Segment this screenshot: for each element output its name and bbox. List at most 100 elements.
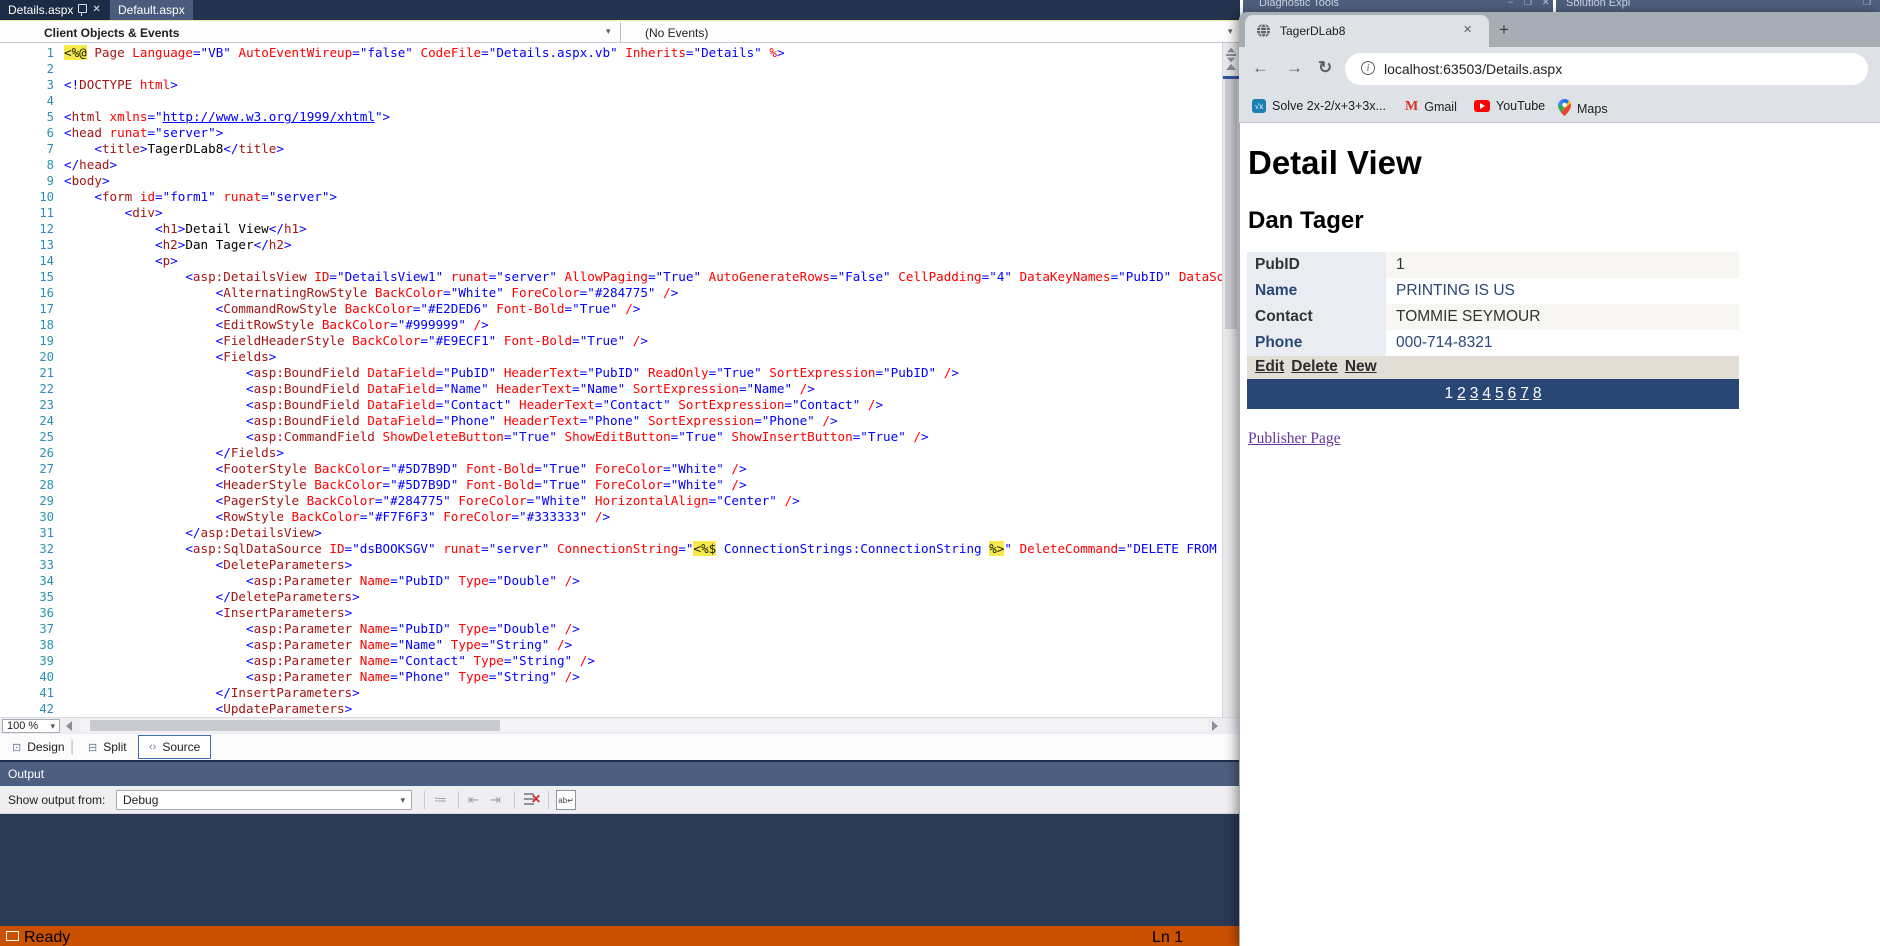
toggle-word-wrap-icon[interactable]: ab↵	[556, 790, 576, 810]
scroll-right-icon[interactable]	[1212, 721, 1218, 731]
minimize-icon[interactable]: −	[1508, 0, 1513, 7]
navbar-divider	[620, 22, 621, 42]
publisher-page-link[interactable]: Publisher Page	[1248, 430, 1341, 448]
pager-page-7[interactable]: 7	[1520, 385, 1529, 403]
line-number: 15	[18, 269, 54, 285]
bookmark-youtube[interactable]: YouTube	[1474, 99, 1545, 113]
vertical-scroll-thumb[interactable]	[1225, 79, 1237, 329]
code-editor[interactable]: <%@ Page Language="VB" AutoEventWireup="…	[0, 43, 1222, 717]
reload-icon[interactable]: ↻	[1318, 58, 1332, 78]
code-line: </Fields>	[64, 445, 1222, 461]
tab-split[interactable]: ⊟ Split	[78, 735, 137, 759]
line-number: 13	[18, 237, 54, 253]
table-row: ContactTOMMIE SEYMOUR	[1247, 304, 1739, 330]
field-value-cell: 1	[1386, 252, 1739, 278]
bookmark-gmail[interactable]: M Gmail	[1405, 99, 1457, 115]
chevron-down-icon[interactable]: ▾	[1228, 26, 1233, 37]
clear-all-output-icon[interactable]: ✕	[524, 791, 540, 807]
pager-page-3[interactable]: 3	[1470, 385, 1479, 403]
doc-tab-details-aspx[interactable]: Details.aspx ✕	[0, 0, 109, 20]
command-row: Edit Delete New	[1247, 356, 1739, 379]
math-solver-icon: √x	[1252, 99, 1266, 113]
delete-link[interactable]: Delete	[1291, 358, 1338, 375]
bookmark-maps[interactable]: Maps	[1558, 99, 1608, 119]
find-message-icon[interactable]: ≔	[434, 792, 447, 808]
output-panel-title: Output	[0, 762, 1240, 786]
code-line	[64, 61, 1222, 77]
source-icon: ‹›	[149, 741, 156, 753]
edit-link[interactable]: Edit	[1255, 358, 1284, 375]
line-number: 29	[18, 493, 54, 509]
chevron-down-icon[interactable]: ▾	[606, 26, 611, 37]
close-icon[interactable]: ✕	[1542, 0, 1550, 8]
back-icon[interactable]: ←	[1252, 58, 1269, 78]
code-line: <asp:BoundField DataField="Phone" Header…	[64, 413, 1222, 429]
code-line: <HeaderStyle BackColor="#5D7B9D" Font-Bo…	[64, 477, 1222, 493]
field-value-cell: TOMMIE SEYMOUR	[1386, 304, 1739, 330]
output-source-dropdown[interactable]: Debug ▾	[116, 790, 412, 810]
pager-page-8[interactable]: 8	[1533, 385, 1542, 403]
client-objects-dropdown[interactable]: Client Objects & Events	[44, 24, 179, 42]
pager-page-2[interactable]: 2	[1457, 385, 1466, 403]
line-number: 7	[18, 141, 54, 157]
code-line: <asp:Parameter Name="Contact" Type="Stri…	[64, 653, 1222, 669]
horizontal-scroll-thumb[interactable]	[90, 720, 500, 731]
pager-page-6[interactable]: 6	[1508, 385, 1517, 403]
code-line: </asp:DetailsView>	[64, 525, 1222, 541]
output-content-area[interactable]	[0, 814, 1240, 926]
bookmark-solve[interactable]: √x Solve 2x-2/x+3+3x...	[1252, 99, 1386, 113]
previous-message-icon[interactable]: ⇤	[468, 792, 479, 808]
page-info-icon[interactable]: i	[1361, 61, 1375, 75]
code-line: <html xmlns="http://www.w3.org/1999/xhtm…	[64, 109, 1222, 125]
code-line: <DeleteParameters>	[64, 557, 1222, 573]
line-number: 30	[18, 509, 54, 525]
screenshot-root: Details.aspx ✕ Default.aspx Client Objec…	[0, 0, 1880, 946]
web-page-content	[1240, 123, 1880, 946]
line-number: 16	[18, 285, 54, 301]
close-icon[interactable]: ✕	[1463, 23, 1472, 36]
split-icon: ⊟	[88, 741, 97, 754]
restore-icon[interactable]: ❐	[1524, 0, 1532, 8]
doc-tab-default-aspx[interactable]: Default.aspx	[110, 0, 193, 20]
code-line: <FooterStyle BackColor="#5D7B9D" Font-Bo…	[64, 461, 1222, 477]
code-line: <asp:Parameter Name="PubID" Type="Double…	[64, 621, 1222, 637]
pager-page-5[interactable]: 5	[1495, 385, 1504, 403]
code-line: <asp:BoundField DataField="Name" HeaderT…	[64, 381, 1222, 397]
field-header-cell: Name	[1247, 278, 1386, 304]
line-number: 27	[18, 461, 54, 477]
code-line: <RowStyle BackColor="#F7F6F3" ForeColor=…	[64, 509, 1222, 525]
code-line: <asp:BoundField DataField="Contact" Head…	[64, 397, 1222, 413]
next-message-icon[interactable]: ⇥	[490, 792, 501, 808]
line-number: 8	[18, 157, 54, 173]
new-tab-icon[interactable]: +	[1499, 20, 1509, 40]
code-line: <head runat="server">	[64, 125, 1222, 141]
field-header-cell: PubID	[1247, 252, 1386, 278]
new-link[interactable]: New	[1345, 358, 1377, 375]
forward-icon[interactable]: →	[1286, 58, 1303, 78]
pin-icon[interactable]	[78, 4, 87, 13]
tab-source[interactable]: ‹› Source	[138, 735, 211, 759]
visual-studio-window: Details.aspx ✕ Default.aspx Client Objec…	[0, 0, 1240, 946]
line-number: 31	[18, 525, 54, 541]
pager-page-4[interactable]: 4	[1482, 385, 1491, 403]
scroll-left-icon[interactable]	[66, 721, 72, 731]
line-number: 6	[18, 125, 54, 141]
details-view-rows: PubID1NamePRINTING IS USContactTOMMIE SE…	[1247, 252, 1739, 356]
youtube-icon	[1474, 100, 1490, 112]
code-line: <form id="form1" runat="server">	[64, 189, 1222, 205]
restore-icon[interactable]: ❐	[1863, 0, 1871, 8]
doc-tab-label: Details.aspx	[8, 3, 73, 17]
code-line: </InsertParameters>	[64, 685, 1222, 701]
code-line: <title>TagerDLab8</title>	[64, 141, 1222, 157]
code-line: <Fields>	[64, 349, 1222, 365]
code-line: <!DOCTYPE html>	[64, 77, 1222, 93]
table-row: NamePRINTING IS US	[1247, 278, 1739, 304]
events-dropdown[interactable]: (No Events)	[645, 24, 708, 42]
close-icon[interactable]: ✕	[92, 5, 100, 15]
zoom-level-dropdown[interactable]: 100 % ▾	[2, 719, 60, 733]
line-number: 24	[18, 413, 54, 429]
browser-tab-title: TagerDLab8	[1280, 24, 1345, 38]
tab-design[interactable]: ⊡ Design	[2, 735, 75, 759]
splitter-handle-icon[interactable]	[1226, 47, 1236, 63]
scroll-up-icon[interactable]	[1226, 64, 1236, 70]
